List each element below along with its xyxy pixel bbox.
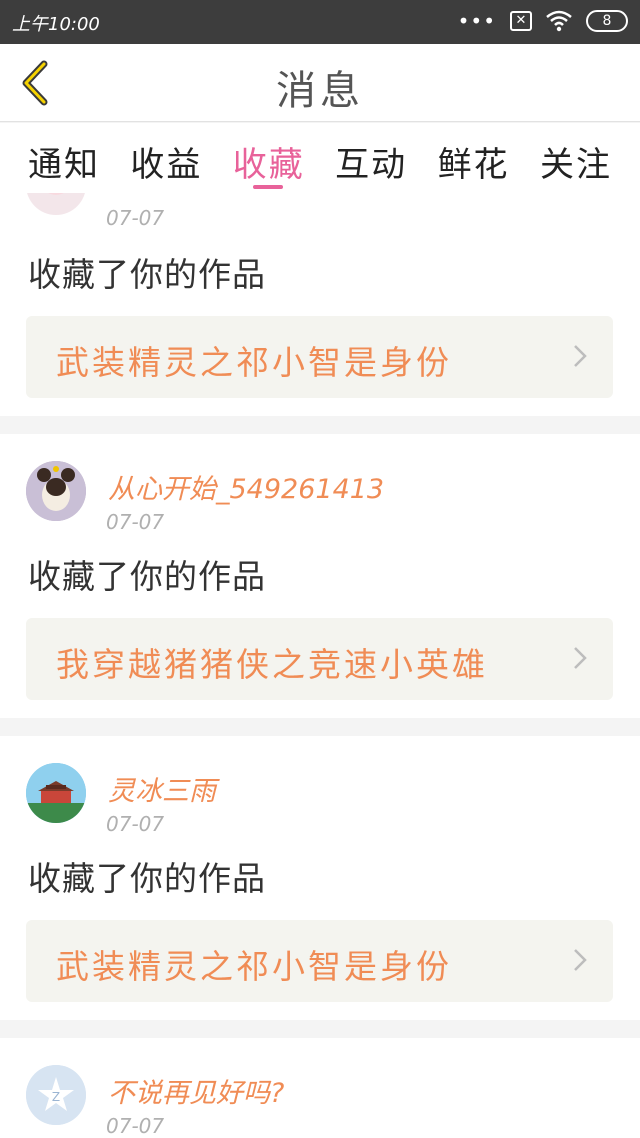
work-title: 武装精灵之祁小智是身份 — [56, 343, 452, 382]
status-time: 上午10:00 — [12, 14, 100, 35]
message-date: 07-07 — [106, 812, 165, 836]
message-action: 收藏了你的作品 — [28, 859, 266, 898]
page-title: 消息 — [276, 68, 364, 114]
message-card: 灵冰三雨 07-07 收藏了你的作品 武装精灵之祁小智是身份 — [0, 736, 640, 1020]
work-link[interactable]: 我穿越猪猪侠之竞速小英雄 — [26, 618, 613, 700]
status-bar: 上午10:00 ••• ✕ 8 — [0, 0, 640, 44]
username-link[interactable]: 从心开始_549261413 — [108, 467, 384, 506]
user-avatar[interactable] — [26, 193, 86, 215]
svg-text:Z: Z — [52, 1090, 60, 1104]
top-nav-bar: 消息 — [0, 44, 640, 122]
message-date: 07-07 — [106, 510, 165, 534]
no-sim-icon: ✕ — [510, 11, 532, 31]
username-link[interactable]: 不说再见好吗? — [108, 1071, 284, 1110]
battery-icon: 8 — [586, 10, 628, 32]
message-date: 07-07 — [106, 1114, 165, 1138]
wifi-icon — [546, 10, 572, 32]
tab-interactions[interactable]: 互动 — [335, 123, 407, 193]
chevron-right-icon — [574, 345, 587, 367]
work-link[interactable]: 武装精灵之祁小智是身份 — [26, 920, 613, 1002]
tab-favorites[interactable]: 收藏 — [233, 123, 305, 193]
work-title: 我穿越猪猪侠之竞速小英雄 — [56, 645, 488, 684]
message-card: 07-07 收藏了你的作品 武装精灵之祁小智是身份 — [0, 193, 640, 416]
message-card: Z 不说再见好吗? 07-07 — [0, 1038, 640, 1138]
work-title: 武装精灵之祁小智是身份 — [56, 947, 452, 986]
message-date: 07-07 — [106, 206, 165, 230]
user-avatar[interactable] — [26, 763, 86, 823]
user-avatar[interactable]: Z — [26, 1065, 86, 1125]
tab-flowers[interactable]: 鲜花 — [438, 123, 510, 193]
chevron-right-icon — [574, 949, 587, 971]
user-avatar[interactable] — [26, 461, 86, 521]
username-link[interactable]: 灵冰三雨 — [108, 769, 216, 808]
message-action: 收藏了你的作品 — [28, 557, 266, 596]
category-tabs: 通知 收益 收藏 互动 鲜花 关注 — [0, 123, 640, 193]
tab-earnings[interactable]: 收益 — [130, 123, 202, 193]
work-link[interactable]: 武装精灵之祁小智是身份 — [26, 316, 613, 398]
chevron-right-icon — [574, 647, 587, 669]
tab-notifications[interactable]: 通知 — [28, 123, 100, 193]
tab-follows[interactable]: 关注 — [540, 123, 612, 193]
message-action: 收藏了你的作品 — [28, 255, 266, 294]
message-card: 从心开始_549261413 07-07 收藏了你的作品 我穿越猪猪侠之竞速小英… — [0, 434, 640, 718]
message-list[interactable]: 07-07 收藏了你的作品 武装精灵之祁小智是身份 从心开始_549261413… — [0, 193, 640, 1138]
more-dots-icon: ••• — [457, 9, 496, 33]
